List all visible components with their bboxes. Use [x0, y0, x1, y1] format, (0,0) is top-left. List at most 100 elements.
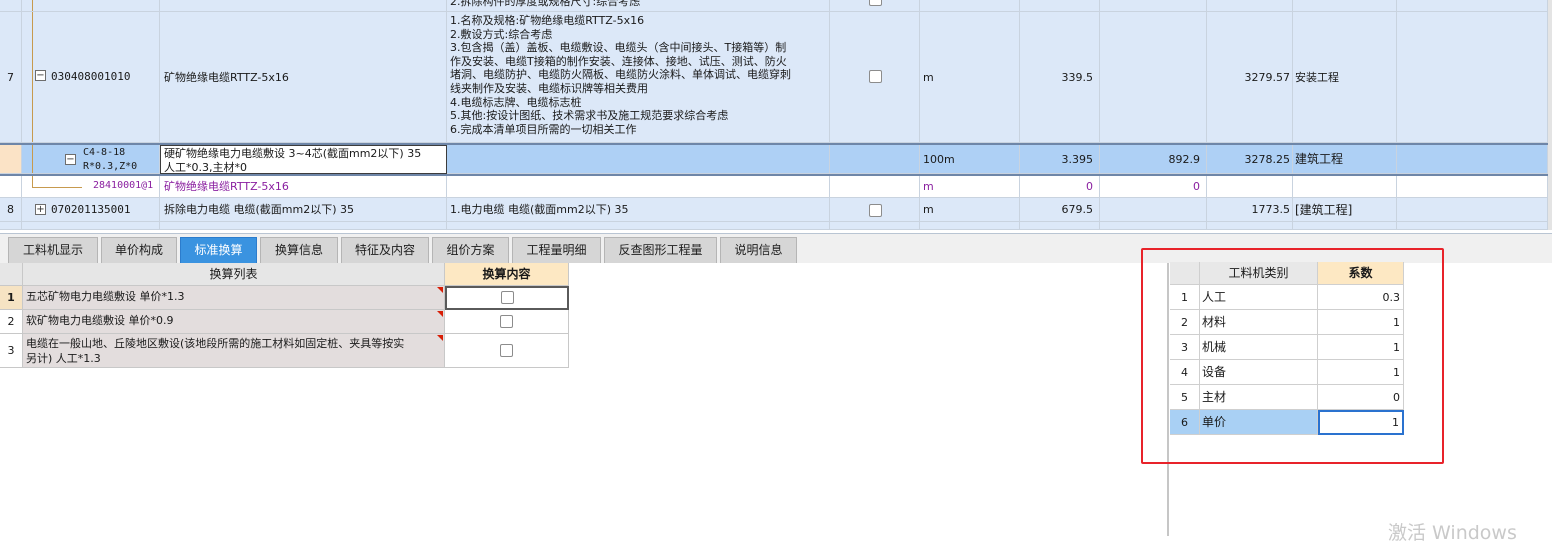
vertical-scrollbar[interactable]: [1548, 0, 1552, 230]
tab-quantity-details[interactable]: 工程量明细: [512, 237, 601, 263]
table-row[interactable]: 8 + 070201135001 拆除电力电缆 电缆(截面mm2以下) 35 1…: [0, 198, 1548, 222]
conversion-content-cell[interactable]: [445, 310, 569, 334]
project-type: [建筑工程]: [1293, 198, 1397, 222]
row-index: 5: [1170, 385, 1200, 410]
tab-material-display[interactable]: 工料机显示: [8, 237, 98, 263]
windows-activation-watermark: 激活 Windows: [1388, 522, 1517, 544]
tab-description-info[interactable]: 说明信息: [720, 237, 797, 263]
total-price: 1773.5: [1207, 198, 1293, 222]
conversion-item-label: 软矿物电力电缆敷设 单价*0.9: [26, 314, 174, 327]
row-index: 4: [1170, 360, 1200, 385]
coefficient-value[interactable]: 1: [1318, 335, 1404, 360]
collapse-icon[interactable]: −: [35, 70, 46, 81]
table-row[interactable]: 2.拆除构件的厚度或规格尺寸:综合考虑: [0, 0, 1548, 12]
row-index: 7: [0, 12, 22, 143]
coefficient-value[interactable]: 0: [1318, 385, 1404, 410]
header-conversion-content: 换算内容: [445, 263, 569, 286]
conversion-item[interactable]: 软矿物电力电缆敷设 单价*0.9: [23, 310, 445, 334]
checkbox[interactable]: [869, 0, 882, 6]
unit-price: 0: [1100, 176, 1207, 198]
row-index: 3: [1170, 335, 1200, 360]
quota-code: C4-8-18: [83, 147, 126, 158]
conversion-content-cell[interactable]: [445, 286, 569, 310]
project-type: 安装工程: [1293, 12, 1397, 143]
table-row[interactable]: 7 − 030408001010 矿物绝缘电缆RTTZ-5x16 1.名称及规格…: [0, 12, 1548, 143]
coefficient-value[interactable]: 0.3: [1318, 285, 1404, 310]
tab-conversion-info[interactable]: 换算信息: [260, 237, 338, 263]
quota-name-suffix: 人工*0.3,主材*0: [164, 161, 247, 174]
quantity: 339.5: [1020, 12, 1100, 143]
coefficient-input[interactable]: 1: [1318, 410, 1404, 435]
collapse-icon[interactable]: −: [65, 154, 76, 165]
coefficient-value[interactable]: 1: [1318, 360, 1404, 385]
row-index: 8: [0, 198, 22, 222]
unit: m: [920, 12, 1020, 143]
quantity: 679.5: [1020, 198, 1100, 222]
total-price: 3278.25: [1207, 145, 1293, 174]
row-index: 3: [0, 334, 23, 368]
item-code: 030408001010: [51, 70, 131, 83]
category-cell: 设备: [1200, 360, 1318, 385]
row-index: 6: [1170, 410, 1200, 435]
conversion-content-cell[interactable]: [445, 334, 569, 368]
table-row[interactable]: 28410001@1 矿物绝缘电缆RTTZ-5x16 m 0 0: [0, 176, 1548, 198]
item-description: 1.名称及规格:矿物绝缘电缆RTTZ-5x16 2.敷设方式:综合考虑 3.包含…: [447, 12, 830, 143]
quota-coef: R*0.3,Z*0: [83, 161, 138, 172]
comment-marker-icon: [437, 311, 443, 317]
tab-standard-conversion[interactable]: 标准换算: [180, 237, 257, 263]
category-cell: 单价: [1200, 410, 1318, 435]
unit: 100m: [920, 145, 1020, 174]
tab-unit-price-composition[interactable]: 单价构成: [101, 237, 177, 263]
category-cell: 人工: [1200, 285, 1318, 310]
category-cell: 机械: [1200, 335, 1318, 360]
conversion-item[interactable]: 电缆在一般山地、丘陵地区敷设(该地段所需的施工材料如固定桩、夹具等按实 另计) …: [23, 334, 445, 368]
header-coefficient: 系数: [1318, 262, 1404, 285]
tab-features-content[interactable]: 特征及内容: [341, 237, 429, 263]
comment-marker-icon: [437, 335, 443, 341]
tab-reverse-graphic-quantity[interactable]: 反查图形工程量: [604, 237, 717, 263]
coefficient-value[interactable]: 1: [1318, 310, 1404, 335]
quota-name-cell[interactable]: 硬矿物绝缘电力电缆敷设 3~4芯(截面mm2以下) 35 人工*0.3,主材*0: [160, 145, 447, 174]
quota-name: 硬矿物绝缘电力电缆敷设 3~4芯(截面mm2以下) 35: [164, 147, 422, 160]
row-index: 1: [0, 286, 23, 310]
tab-pricing-plan[interactable]: 组价方案: [432, 237, 509, 263]
material-name: 矿物绝缘电缆RTTZ-5x16: [160, 176, 447, 198]
conversion-item[interactable]: 五芯矿物电力电缆敷设 单价*1.3: [23, 286, 445, 310]
unit: m: [920, 176, 1020, 198]
conversion-checkbox[interactable]: [500, 344, 513, 357]
row-index: 2: [1170, 310, 1200, 335]
quantity: 0: [1020, 176, 1100, 198]
quantity: 3.395: [1020, 145, 1100, 174]
unit: m: [920, 198, 1020, 222]
checkbox[interactable]: [869, 204, 882, 217]
conversion-checkbox[interactable]: [500, 315, 513, 328]
conversion-item-label: 五芯矿物电力电缆敷设 单价*1.3: [26, 290, 185, 303]
detail-tab-bar: 工料机显示 单价构成 标准换算 换算信息 特征及内容 组价方案 工程量明细 反查…: [0, 233, 1552, 263]
unit-price: [1100, 12, 1207, 143]
unit-price: 892.9: [1100, 145, 1207, 174]
expand-icon[interactable]: +: [35, 204, 46, 215]
table-row[interactable]: [0, 222, 1548, 230]
item-code: 070201135001: [51, 203, 131, 216]
conversion-item-label-cont: 另计) 人工*1.3: [26, 352, 101, 365]
category-cell: 材料: [1200, 310, 1318, 335]
panel-splitter[interactable]: [1167, 263, 1169, 536]
project-type: 建筑工程: [1293, 145, 1397, 174]
item-name: 矿物绝缘电缆RTTZ-5x16: [160, 12, 447, 143]
row-index: 1: [1170, 285, 1200, 310]
header-category: 工料机类别: [1200, 262, 1318, 285]
item-name: 拆除电力电缆 电缆(截面mm2以下) 35: [160, 198, 447, 222]
checkbox[interactable]: [869, 70, 882, 83]
conversion-checkbox[interactable]: [501, 291, 514, 304]
row-index: 2: [0, 310, 23, 334]
conversion-item-label: 电缆在一般山地、丘陵地区敷设(该地段所需的施工材料如固定桩、夹具等按实: [26, 337, 405, 350]
total-price: 3279.57: [1207, 12, 1293, 143]
comment-marker-icon: [437, 287, 443, 293]
item-description: 1.电力电缆 电缆(截面mm2以下) 35: [447, 198, 830, 222]
item-description: 2.拆除构件的厚度或规格尺寸:综合考虑: [450, 0, 641, 8]
header-conversion-list: 换算列表: [23, 263, 445, 286]
material-code: 28410001@1: [93, 180, 154, 191]
table-row-selected[interactable]: − C4-8-18 R*0.3,Z*0 硬矿物绝缘电力电缆敷设 3~4芯(截面m…: [0, 143, 1548, 176]
category-cell: 主材: [1200, 385, 1318, 410]
bill-items-grid[interactable]: 2.拆除构件的厚度或规格尺寸:综合考虑 7 − 030408001010 矿物绝…: [0, 0, 1552, 230]
